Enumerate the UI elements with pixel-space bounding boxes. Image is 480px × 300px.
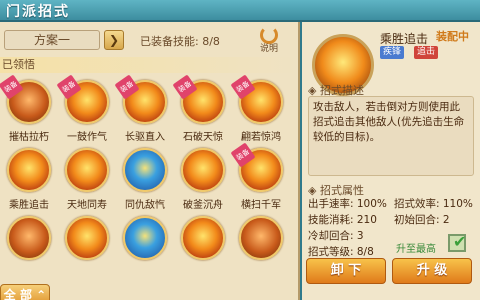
skill-icon bbox=[239, 216, 283, 260]
equip-count: 已装备技能: 8/8 bbox=[140, 33, 220, 49]
skill-name: 长驱直入 bbox=[125, 132, 165, 143]
attr-level: 招式等级: 8/8 bbox=[308, 246, 374, 258]
page-title: 门派招式 bbox=[6, 4, 70, 20]
skill-name: 石破天惊 bbox=[183, 132, 223, 143]
equipped-status: 装配中 bbox=[436, 30, 469, 43]
skill-detail-panel: 乘胜追击 装配中 疾锋 追击 ◈ 招式描述 攻击敌人，若击倒对方则使用此招式追击… bbox=[302, 22, 480, 300]
skill-item[interactable] bbox=[232, 216, 290, 294]
skill-item[interactable] bbox=[116, 216, 174, 294]
skill-name: 乘胜追击 bbox=[9, 200, 49, 211]
skill-icon bbox=[65, 148, 109, 192]
skill-name: 横扫千军 bbox=[241, 200, 281, 211]
skill-item[interactable]: 装备 石破天惊 bbox=[172, 74, 232, 158]
skill-icon bbox=[181, 148, 225, 192]
skill-name: 翩若惊鸿 bbox=[241, 132, 281, 143]
explain-button[interactable]: 说明 bbox=[258, 26, 280, 56]
skill-effect-badge: 追击 bbox=[414, 46, 439, 59]
check-icon: ✔ bbox=[453, 232, 467, 251]
skill-item[interactable]: 乘胜追击 bbox=[0, 148, 58, 226]
upgrade-max-label: 升至最高 bbox=[396, 244, 436, 255]
skill-item[interactable] bbox=[58, 216, 116, 294]
upgrade-max-checkbox[interactable]: ✔ bbox=[448, 232, 467, 252]
description-text: 攻击敌人，若击倒对方则使用此招式追击其他敌人(优先追击生命较低的目标)。 bbox=[308, 96, 474, 176]
skill-item[interactable] bbox=[174, 216, 232, 294]
upgrade-button[interactable]: 升 级 bbox=[392, 258, 472, 284]
filter-all-button[interactable]: 全 部 ⌃ bbox=[0, 284, 50, 300]
skill-item[interactable]: 破釜沉舟 bbox=[174, 148, 232, 226]
scheme-next-button[interactable]: ❯ bbox=[104, 30, 124, 50]
equip-count-value: 8/8 bbox=[202, 35, 220, 48]
skill-icon bbox=[181, 216, 225, 260]
attr-cooldown: 冷却回合: 3 bbox=[308, 230, 364, 242]
skill-name: 一鼓作气 bbox=[67, 132, 107, 143]
skill-icon bbox=[65, 216, 109, 260]
skill-icon bbox=[123, 148, 167, 192]
title-bar: 门派招式 bbox=[0, 0, 480, 22]
skill-icon bbox=[7, 216, 51, 260]
skill-detail-name: 乘胜追击 bbox=[380, 32, 429, 46]
skill-item[interactable] bbox=[0, 216, 58, 294]
attr-cost: 技能消耗: 210 bbox=[308, 214, 377, 226]
skill-item[interactable]: 装备 一鼓作气 bbox=[56, 74, 116, 158]
equip-count-label: 已装备技能: bbox=[140, 35, 199, 48]
skill-item[interactable]: 装备 长驱直入 bbox=[114, 74, 174, 158]
rotate-icon bbox=[260, 26, 278, 44]
skill-icon bbox=[7, 148, 51, 192]
unload-button[interactable]: 卸 下 bbox=[306, 258, 386, 284]
skill-list-panel: 方案一 ❯ 已装备技能: 8/8 说明 已领悟 装备 摧枯拉朽 装备 一鼓作气 装备 长驱… bbox=[0, 22, 300, 300]
skill-name: 天地同寿 bbox=[67, 200, 107, 211]
scheme-select[interactable]: 方案一 bbox=[4, 30, 100, 50]
skill-name: 摧枯拉朽 bbox=[9, 132, 49, 143]
skill-name: 破釜沉舟 bbox=[183, 200, 223, 211]
attr-speed: 出手速率: 100% bbox=[308, 198, 387, 210]
skill-icon bbox=[123, 216, 167, 260]
skill-name: 同仇敌忾 bbox=[125, 200, 165, 211]
skill-type-badge: 疾锋 bbox=[380, 46, 405, 59]
section-header: 已领悟 bbox=[0, 57, 296, 73]
skill-item[interactable]: 装备 摧枯拉朽 bbox=[0, 74, 58, 158]
attr-init-round: 初始回合: 2 bbox=[394, 214, 450, 226]
skill-item[interactable]: 装备 横扫千军 bbox=[230, 142, 290, 226]
attr-efficiency: 招式效率: 110% bbox=[394, 198, 473, 210]
explain-label: 说明 bbox=[259, 44, 278, 54]
skill-item[interactable]: 天地同寿 bbox=[58, 148, 116, 226]
skill-item[interactable]: 同仇敌忾 bbox=[116, 148, 174, 226]
